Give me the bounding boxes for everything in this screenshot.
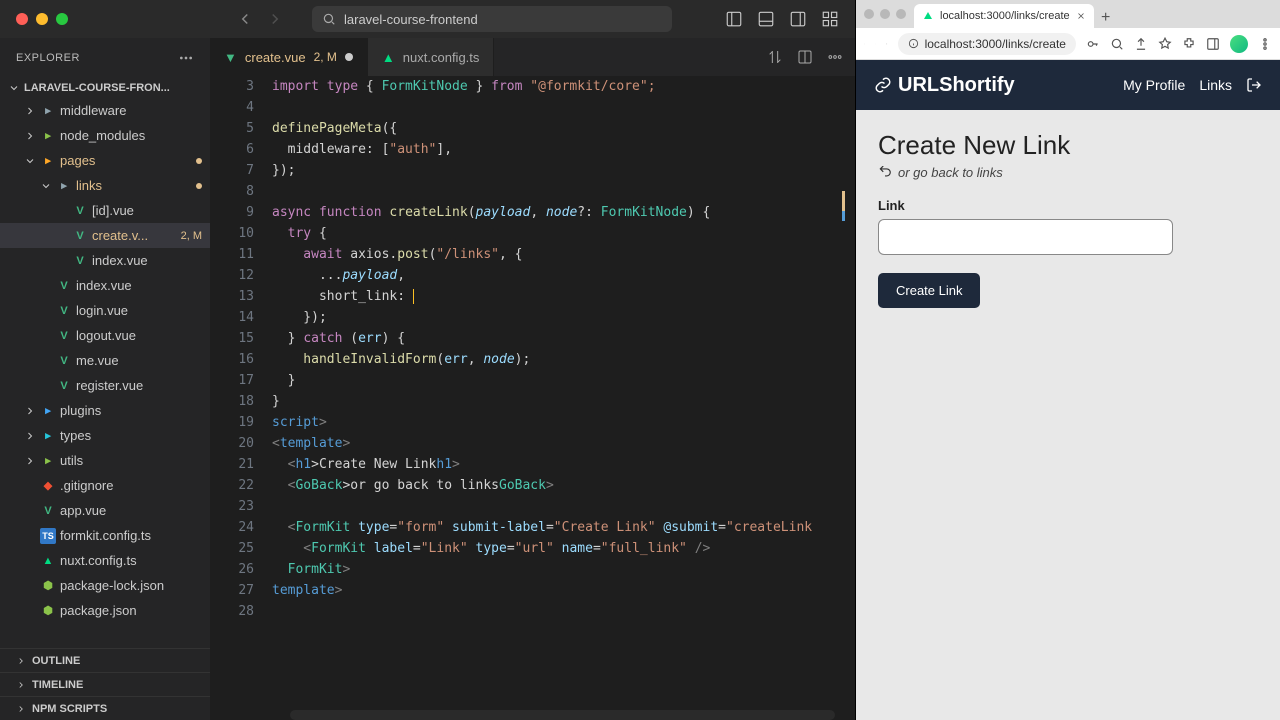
link-input[interactable] <box>878 219 1173 255</box>
tree-item[interactable]: Vcreate.v...2, M <box>0 223 210 248</box>
site-info-icon[interactable] <box>908 38 919 49</box>
browser-window: localhost:3000/links/create + localhost:… <box>855 0 1280 720</box>
nav-my-profile[interactable]: My Profile <box>1123 77 1185 93</box>
page-content: Create New Link or go back to links Link… <box>856 110 1280 720</box>
browser-tab[interactable]: localhost:3000/links/create <box>914 4 1094 28</box>
browser-reload-icon[interactable] <box>886 37 887 51</box>
tree-item[interactable]: Vlogin.vue <box>0 298 210 323</box>
explorer-sidebar: EXPLORER LARAVEL-COURSE-FRON... ▸middlew… <box>0 38 210 720</box>
maximize-icon[interactable] <box>896 9 906 19</box>
profile-avatar[interactable] <box>1230 35 1248 53</box>
tree-item[interactable]: ▲nuxt.config.ts <box>0 548 210 573</box>
tree-item[interactable]: Vapp.vue <box>0 498 210 523</box>
close-icon[interactable] <box>864 9 874 19</box>
split-editor-icon[interactable] <box>797 49 813 65</box>
logout-icon[interactable] <box>1246 77 1262 93</box>
tree-item[interactable]: V[id].vue <box>0 198 210 223</box>
tree-item[interactable]: ▸pages <box>0 148 210 173</box>
bookmark-icon[interactable] <box>1158 37 1172 51</box>
favicon-nuxt-icon <box>922 10 934 22</box>
file-tree: ▸middleware▸node_modules▸pages▸linksV[id… <box>0 98 210 648</box>
layout-panel-icon[interactable] <box>757 10 775 28</box>
vue-file-icon: ▼ <box>224 50 237 65</box>
code-editor[interactable]: 3456789101112131415161718192021222324252… <box>210 76 855 720</box>
tree-item[interactable]: ▸utils <box>0 448 210 473</box>
nav-forward-icon[interactable] <box>266 10 284 28</box>
vscode-window: laravel-course-frontend EXPLORER LARAVEL… <box>0 0 855 720</box>
code-content[interactable]: import type { FormKitNode } from "@formk… <box>272 76 855 720</box>
project-root[interactable]: LARAVEL-COURSE-FRON... <box>0 78 210 98</box>
tree-item[interactable]: ▸node_modules <box>0 123 210 148</box>
tab-modified-dot[interactable] <box>345 53 353 61</box>
share-icon[interactable] <box>1134 37 1148 51</box>
customize-layout-icon[interactable] <box>821 10 839 28</box>
window-controls[interactable] <box>16 13 68 25</box>
extensions-icon[interactable] <box>1182 37 1196 51</box>
tree-item[interactable]: TSformkit.config.ts <box>0 523 210 548</box>
minimap-highlight <box>842 211 845 221</box>
close-window-icon[interactable] <box>16 13 28 25</box>
nav-back-icon[interactable] <box>236 10 254 28</box>
close-tab-icon[interactable] <box>1076 11 1086 21</box>
tree-item[interactable]: Vindex.vue <box>0 248 210 273</box>
field-label-link: Link <box>878 198 1258 213</box>
compare-icon[interactable] <box>767 49 783 65</box>
nav-links[interactable]: Links <box>1199 77 1232 93</box>
titlebar: laravel-course-frontend <box>0 0 855 38</box>
maximize-window-icon[interactable] <box>56 13 68 25</box>
tab-nuxt-config[interactable]: ▲ nuxt.config.ts <box>368 38 494 76</box>
page-heading: Create New Link <box>878 130 1258 161</box>
command-search[interactable]: laravel-course-frontend <box>312 6 672 32</box>
tree-item[interactable]: Vindex.vue <box>0 273 210 298</box>
password-icon[interactable] <box>1086 37 1100 51</box>
tree-item[interactable]: ▸links <box>0 173 210 198</box>
create-link-button[interactable]: Create Link <box>878 273 980 308</box>
tree-item[interactable]: Vregister.vue <box>0 373 210 398</box>
go-back-link[interactable]: or go back to links <box>878 165 1258 180</box>
browser-forward-icon[interactable] <box>875 37 876 51</box>
line-gutter: 3456789101112131415161718192021222324252… <box>210 76 272 720</box>
browser-menu-icon[interactable] <box>1258 37 1272 51</box>
url-bar[interactable]: localhost:3000/links/create <box>898 33 1076 55</box>
chevron-down-icon <box>8 82 20 94</box>
panel-timeline[interactable]: TIMELINE <box>0 672 210 696</box>
new-tab-button[interactable]: + <box>1096 8 1116 28</box>
panel-outline[interactable]: OUTLINE <box>0 648 210 672</box>
tree-item[interactable]: ⬢package.json <box>0 598 210 623</box>
app-header: URLShortify My Profile Links <box>856 60 1280 110</box>
layout-primary-icon[interactable] <box>725 10 743 28</box>
link-icon <box>874 76 892 94</box>
tree-item[interactable]: ▸plugins <box>0 398 210 423</box>
tree-item[interactable]: ⬢package-lock.json <box>0 573 210 598</box>
zoom-icon[interactable] <box>1110 37 1124 51</box>
tree-item[interactable]: ▸types <box>0 423 210 448</box>
explorer-more-icon[interactable] <box>178 50 194 66</box>
layout-secondary-icon[interactable] <box>789 10 807 28</box>
undo-icon <box>878 166 892 180</box>
app-logo[interactable]: URLShortify <box>874 74 1015 97</box>
sidepanel-icon[interactable] <box>1206 37 1220 51</box>
tree-item[interactable]: ◆.gitignore <box>0 473 210 498</box>
explorer-title: EXPLORER <box>16 52 80 64</box>
editor-tabs: ▼ create.vue 2, M ▲ nuxt.config.ts <box>210 38 855 76</box>
tab-create-vue[interactable]: ▼ create.vue 2, M <box>210 38 368 76</box>
tree-item[interactable]: Vme.vue <box>0 348 210 373</box>
tree-item[interactable]: Vlogout.vue <box>0 323 210 348</box>
browser-back-icon[interactable] <box>864 37 865 51</box>
search-icon <box>322 12 336 26</box>
minimize-icon[interactable] <box>880 9 890 19</box>
minimap-highlight <box>842 191 845 211</box>
nuxt-file-icon: ▲ <box>382 50 395 65</box>
minimize-window-icon[interactable] <box>36 13 48 25</box>
horizontal-scrollbar[interactable] <box>290 710 835 720</box>
editor-area: ▼ create.vue 2, M ▲ nuxt.config.ts 34567… <box>210 38 855 720</box>
tree-item[interactable]: ▸middleware <box>0 98 210 123</box>
panel-npm scripts[interactable]: NPM SCRIPTS <box>0 696 210 720</box>
editor-more-icon[interactable] <box>827 49 843 65</box>
browser-window-controls[interactable] <box>864 9 906 19</box>
